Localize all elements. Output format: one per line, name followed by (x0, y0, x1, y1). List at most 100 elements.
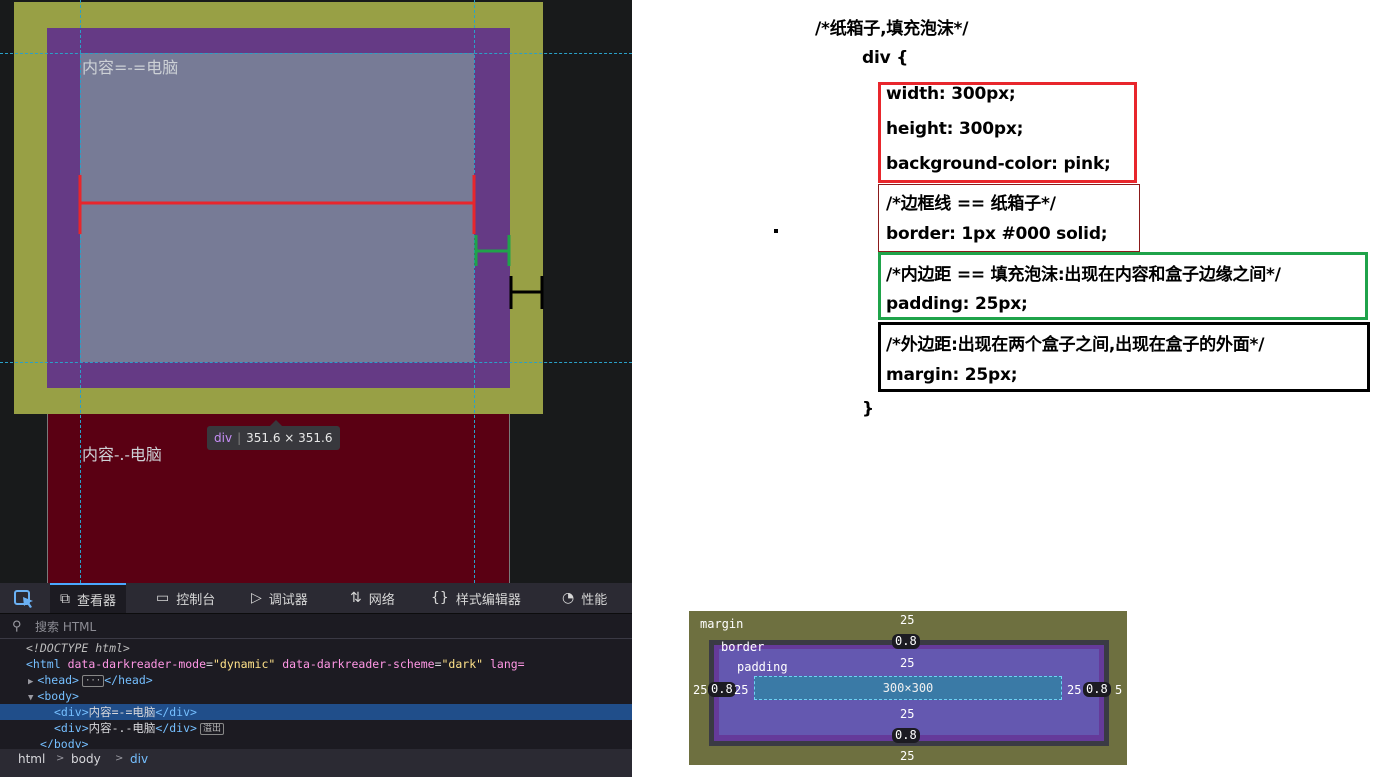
tab-label: 调试器 (268, 592, 308, 608)
tooltip-tag: div (214, 431, 233, 445)
padding-bottom-value[interactable]: 25 (900, 707, 914, 721)
tab-inspector[interactable]: ⧉ 查看器 (50, 583, 127, 613)
head-open-tag: <head> (37, 673, 79, 687)
code-close-brace: } (862, 399, 874, 419)
debugger-icon: ▷ (251, 590, 262, 606)
body-close-tag: </body> (40, 737, 89, 748)
div-text: 内容=-=电脑 (88, 705, 156, 719)
border-left-value[interactable]: 0.8 (708, 682, 736, 697)
code-margin: margin: 25px; (886, 365, 1018, 385)
margin-right-value[interactable]: 5 (1115, 683, 1122, 697)
breadcrumb-html[interactable]: html (18, 749, 45, 769)
div-open-tag: <div> (54, 705, 89, 719)
markup-tree: <!DOCTYPE html> <html data-darkreader-mo… (0, 639, 632, 749)
tab-label: 控制台 (176, 592, 216, 608)
breadcrumb-div[interactable]: div (130, 749, 148, 769)
tab-label: 性能 (581, 592, 608, 608)
tooltip-separator: | (237, 431, 242, 445)
markup-body-close-line[interactable]: </body> (0, 736, 632, 748)
markup-head-line[interactable]: ▶ <head> ··· </head> (0, 672, 632, 688)
tab-network[interactable]: ⇅ 网络 (350, 583, 395, 613)
padding-top-value[interactable]: 25 (900, 656, 914, 670)
width-annotation-red (78, 175, 476, 234)
tab-label: 网络 (368, 592, 395, 608)
tab-console[interactable]: ▭ 控制台 (156, 583, 215, 613)
dimension-annotations (78, 175, 544, 309)
search-input[interactable] (33, 615, 617, 639)
element-picker-button[interactable] (6, 583, 44, 613)
code-width: width: 300px; (886, 84, 1016, 104)
attr-name: data-darkreader-scheme (282, 657, 435, 671)
page-viewport: 内容=-=电脑 内容-.-电脑 div | 351.6 × 351.6 (0, 0, 632, 583)
attr-value: "dark" (441, 657, 484, 671)
margin-bottom-value[interactable]: 25 (900, 749, 914, 763)
markup-div-line-selected[interactable]: <div>内容=-=电脑</div> (0, 704, 632, 720)
style-editor-icon: {} (431, 590, 449, 606)
box-model-diagram: margin 25 border 0.8 padding 25 25 0.8 2… (689, 611, 1127, 765)
border-bottom-value[interactable]: 0.8 (892, 728, 920, 743)
code-margin-comment: /*外边距:出现在两个盒子之间,出现在盒子的外面*/ (886, 335, 1265, 355)
margin-left-value[interactable]: 25 (693, 683, 707, 697)
attr-name: data-darkreader-mode (67, 657, 207, 671)
breadcrumb-body[interactable]: body (71, 749, 101, 769)
markup-body-line[interactable]: ▼ <body> (0, 688, 632, 704)
body-open-tag: <body> (37, 689, 79, 703)
tab-debugger[interactable]: ▷ 调试器 (251, 583, 308, 613)
code-background: background-color: pink; (886, 154, 1111, 174)
code-border-comment: /*边框线 == 纸箱子*/ (886, 194, 1056, 214)
markup-doctype-line[interactable]: <!DOCTYPE html> (0, 640, 632, 656)
markup-html-line[interactable]: <html data-darkreader-mode="dynamic" dat… (0, 656, 632, 672)
tab-performance[interactable]: ◔ 性能 (562, 583, 607, 613)
border-label: border (721, 640, 765, 654)
collapse-arrow-icon[interactable]: ▼ (28, 693, 33, 703)
tab-style-editor[interactable]: {} 样式编辑器 (431, 583, 521, 613)
devtools-tab-bar: ⧉ 查看器 ▭ 控制台 ▷ 调试器 ⇅ 网络 {} 样式编辑器 ◔ 性能 (0, 583, 632, 614)
div-close-tag: </div> (155, 705, 197, 719)
search-icon: ⚲ (12, 618, 22, 633)
margin-top-value[interactable]: 25 (900, 613, 914, 627)
attr-name: lang= (489, 657, 525, 671)
border-right-value[interactable]: 0.8 (1083, 682, 1111, 697)
breadcrumb-separator-icon: > (56, 753, 65, 764)
tab-label: 查看器 (77, 593, 117, 609)
tooltip-size: 351.6 × 351.6 (246, 431, 333, 445)
code-selector: div { (862, 48, 909, 68)
breadcrumb-separator-icon: > (115, 753, 124, 764)
div-close-tag: </div> (155, 721, 197, 735)
code-padding: padding: 25px; (886, 294, 1028, 314)
browser-devtools-panel: 内容=-=电脑 内容-.-电脑 div | 351.6 × 351.6 ⧉ 查看… (0, 0, 632, 777)
inspector-icon: ⧉ (60, 591, 70, 607)
content-size: 300×300 (882, 681, 934, 695)
markup-div-line[interactable]: <div>内容-.-电脑</div> 溢出 (0, 720, 632, 736)
tab-label: 样式编辑器 (455, 592, 521, 608)
html-open-tag: <html (26, 657, 61, 671)
overflow-badge[interactable]: 溢出 (199, 722, 224, 735)
border-top-value[interactable]: 0.8 (892, 634, 920, 649)
console-icon: ▭ (156, 590, 170, 606)
performance-icon: ◔ (562, 590, 575, 606)
element-size-tooltip: div | 351.6 × 351.6 (207, 420, 340, 450)
collapsed-badge[interactable]: ··· (81, 674, 105, 687)
code-padding-comment: /*内边距 == 填充泡沫:出现在内容和盒子边缘之间*/ (886, 265, 1281, 285)
breadcrumb: html > body > div (0, 749, 632, 777)
padding-left-value[interactable]: 25 (734, 683, 748, 697)
padding-right-value[interactable]: 25 (1067, 683, 1081, 697)
expand-arrow-icon[interactable]: ▶ (28, 677, 33, 687)
code-height: height: 300px; (886, 119, 1024, 139)
margin-label: margin (700, 617, 744, 631)
html-search-bar: ⚲ (0, 614, 632, 639)
network-icon: ⇅ (350, 590, 362, 606)
padding-annotation-green (474, 235, 511, 266)
code-comment-title: /*纸箱子,填充泡沫*/ (815, 19, 969, 39)
margin-annotation-black (509, 276, 544, 309)
attr-value: "dynamic" (212, 657, 276, 671)
box-model-content[interactable]: 300×300 (754, 676, 1062, 700)
div-text: 内容-.-电脑 (88, 721, 156, 735)
div-open-tag: <div> (54, 721, 89, 735)
element-picker-icon (14, 590, 33, 608)
padding-label: padding (737, 660, 788, 674)
doctype-text: <!DOCTYPE html> (26, 641, 130, 655)
head-close-tag: </head> (104, 673, 153, 687)
code-border: border: 1px #000 solid; (886, 224, 1108, 244)
stray-dot (774, 229, 778, 233)
